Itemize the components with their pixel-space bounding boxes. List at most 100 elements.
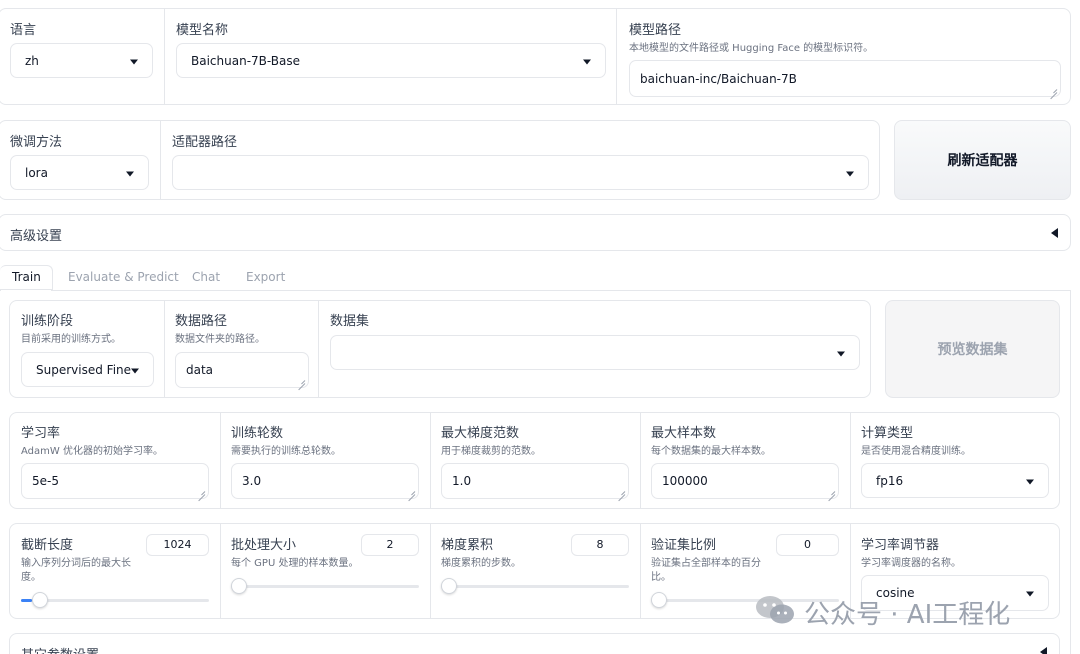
adapter-path-select[interactable] bbox=[172, 155, 869, 190]
val-size-slider-thumb[interactable] bbox=[651, 592, 667, 608]
cutoff-len-slider-track[interactable] bbox=[21, 599, 209, 602]
cutoff-len-help: 输入序列分词后的最大长 bbox=[21, 558, 131, 569]
model-name-label: 模型名称 bbox=[176, 23, 229, 38]
divider bbox=[220, 413, 221, 508]
data-path-value: data bbox=[186, 363, 214, 377]
advanced-settings-accordion[interactable]: 高级设置 bbox=[0, 214, 1071, 251]
adapter-panel: 微调方法 lora 适配器路径 bbox=[0, 120, 880, 200]
dataset-select[interactable] bbox=[330, 335, 860, 370]
grad-accum-help: 梯度累积的步数。 bbox=[441, 558, 521, 569]
chevron-down-icon bbox=[1026, 479, 1034, 484]
max-grad-norm-help: 用于梯度裁剪的范数。 bbox=[441, 446, 541, 457]
cutoff-len-slider-fill bbox=[21, 599, 33, 602]
divider bbox=[640, 413, 641, 508]
divider bbox=[850, 413, 851, 508]
grad-accum-slider-track[interactable] bbox=[441, 585, 629, 588]
divider bbox=[430, 524, 431, 618]
cutoff-len-slider-thumb[interactable] bbox=[32, 592, 49, 608]
finetune-method-value: lora bbox=[25, 165, 48, 180]
compute-type-label: 计算类型 bbox=[861, 426, 914, 441]
cutoff-len-number[interactable]: 1024 bbox=[146, 534, 209, 556]
model-path-help: 本地模型的文件路径或 Hugging Face 的模型标识符。 bbox=[629, 43, 874, 54]
compute-type-select[interactable]: fp16 bbox=[861, 463, 1049, 498]
tab-train-frame bbox=[0, 265, 53, 291]
tab-evaluate-predict[interactable]: Evaluate & Predict bbox=[68, 270, 179, 284]
stage-select[interactable]: Supervised Fine bbox=[21, 352, 154, 387]
epochs-input[interactable]: 3.0 bbox=[231, 463, 419, 499]
cutoff-len-label: 截断长度 bbox=[21, 538, 74, 553]
model-name-select[interactable]: Baichuan-7B-Base bbox=[176, 43, 606, 78]
chevron-down-icon bbox=[130, 59, 138, 64]
batch-size-label: 批处理大小 bbox=[231, 538, 297, 553]
epochs-help: 需要执行的训练总轮数。 bbox=[231, 446, 341, 457]
grad-accum-label: 梯度累积 bbox=[441, 538, 494, 553]
other-settings-accordion[interactable]: 其它参数设置 bbox=[9, 633, 1060, 654]
tab-export[interactable]: Export bbox=[246, 270, 285, 284]
lr-help: AdamW 优化器的初始学习率。 bbox=[21, 446, 163, 457]
epochs-value: 3.0 bbox=[242, 474, 262, 488]
wechat-icon bbox=[756, 596, 794, 624]
batch-size-slider-track[interactable] bbox=[231, 585, 419, 588]
divider bbox=[318, 301, 319, 397]
resize-handle-icon[interactable] bbox=[197, 487, 205, 495]
data-config-panel: 训练阶段 目前采用的训练方式。 Supervised Fine 数据路径 数据文… bbox=[9, 300, 871, 398]
lr-value: 5e-5 bbox=[32, 474, 59, 488]
refresh-adapter-button[interactable]: 刷新适配器 bbox=[894, 120, 1071, 200]
hyperparams-panel: 学习率 AdamW 优化器的初始学习率。 5e-5 训练轮数 需要执行的训练总轮… bbox=[9, 412, 1060, 509]
data-path-label: 数据路径 bbox=[175, 314, 228, 329]
batch-size-slider-thumb[interactable] bbox=[231, 578, 247, 594]
resize-handle-icon[interactable] bbox=[827, 487, 835, 495]
compute-type-help: 是否使用混合精度训练。 bbox=[861, 446, 971, 457]
lr-scheduler-label: 学习率调节器 bbox=[861, 538, 940, 553]
lang-label: 语言 bbox=[10, 23, 37, 38]
finetune-method-label: 微调方法 bbox=[10, 135, 63, 150]
lr-label: 学习率 bbox=[21, 426, 61, 441]
max-samples-help: 每个数据集的最大样本数。 bbox=[651, 446, 771, 457]
advanced-settings-label: 高级设置 bbox=[10, 229, 63, 244]
batch-size-number[interactable]: 2 bbox=[361, 534, 419, 556]
resize-handle-icon[interactable] bbox=[407, 487, 415, 495]
data-path-help: 数据文件夹的路径。 bbox=[175, 334, 265, 345]
max-grad-norm-value: 1.0 bbox=[452, 474, 472, 488]
lr-scheduler-help: 学习率调度器的名称。 bbox=[861, 558, 961, 569]
data-path-input[interactable]: data bbox=[175, 352, 309, 388]
max-grad-norm-input[interactable]: 1.0 bbox=[441, 463, 629, 499]
lang-select[interactable]: zh bbox=[10, 43, 153, 78]
model-path-value: baichuan-inc/Baichuan-7B bbox=[640, 71, 797, 86]
resize-handle-icon[interactable] bbox=[617, 487, 625, 495]
divider bbox=[164, 301, 165, 397]
chevron-down-icon bbox=[131, 368, 139, 373]
val-size-label: 验证集比例 bbox=[651, 538, 717, 553]
model-path-input[interactable]: baichuan-inc/Baichuan-7B bbox=[629, 60, 1061, 97]
collapse-arrow-icon bbox=[1040, 647, 1047, 654]
dataset-label: 数据集 bbox=[330, 314, 370, 329]
batch-size-help: 每个 GPU 处理的样本数量。 bbox=[231, 558, 359, 569]
val-size-number[interactable]: 0 bbox=[776, 534, 839, 556]
max-samples-input[interactable]: 100000 bbox=[651, 463, 839, 499]
max-samples-label: 最大样本数 bbox=[651, 426, 717, 441]
grad-accum-number[interactable]: 8 bbox=[571, 534, 629, 556]
tab-chat[interactable]: Chat bbox=[192, 270, 220, 284]
stage-label: 训练阶段 bbox=[21, 314, 74, 329]
chevron-down-icon bbox=[846, 171, 854, 176]
resize-handle-icon[interactable] bbox=[297, 376, 305, 384]
preview-dataset-button[interactable]: 预览数据集 bbox=[885, 300, 1060, 398]
model-path-label: 模型路径 bbox=[629, 23, 682, 38]
chevron-down-icon bbox=[126, 171, 134, 176]
watermark: 公众号 · AI工程化 bbox=[754, 590, 1044, 630]
stage-value: Supervised Fine bbox=[36, 362, 132, 377]
grad-accum-slider-thumb[interactable] bbox=[441, 578, 457, 594]
compute-type-value: fp16 bbox=[876, 473, 904, 488]
chevron-down-icon bbox=[837, 351, 845, 356]
other-settings-label: 其它参数设置 bbox=[21, 644, 99, 654]
adapter-path-label: 适配器路径 bbox=[172, 135, 238, 150]
lr-input[interactable]: 5e-5 bbox=[21, 463, 209, 499]
model-name-value: Baichuan-7B-Base bbox=[191, 53, 301, 68]
collapse-arrow-icon bbox=[1051, 228, 1058, 238]
resize-handle-icon[interactable] bbox=[1049, 85, 1057, 93]
divider bbox=[616, 9, 617, 104]
divider bbox=[160, 121, 161, 199]
finetune-method-select[interactable]: lora bbox=[10, 155, 149, 190]
val-size-help-2: 比。 bbox=[651, 572, 671, 583]
max-grad-norm-label: 最大梯度范数 bbox=[441, 426, 520, 441]
